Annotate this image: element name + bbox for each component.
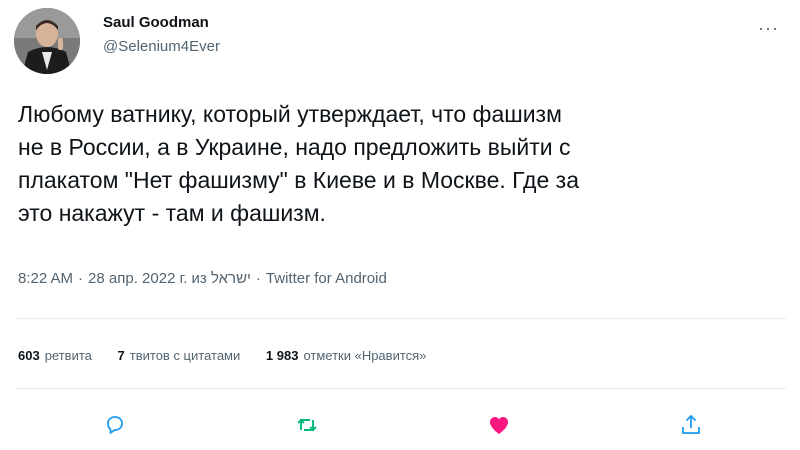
reply-button[interactable]: [98, 408, 132, 442]
more-icon[interactable]: ···: [758, 18, 779, 39]
quotes-label: твитов с цитатами: [129, 348, 241, 363]
tweet-text: Любому ватнику, который утверждает, что …: [18, 101, 579, 226]
retweet-button[interactable]: [290, 408, 324, 442]
divider: [16, 388, 786, 389]
display-name[interactable]: Saul Goodman: [103, 14, 209, 31]
reply-icon: [107, 416, 123, 434]
divider: [16, 318, 786, 319]
quotes-stat[interactable]: 7 твитов с цитатами: [118, 348, 241, 363]
likes-count: 1 983: [265, 348, 299, 363]
tweet-date[interactable]: 28 апр. 2022 г. из ישראל: [88, 270, 251, 287]
like-button[interactable]: [482, 408, 516, 442]
retweet-icon: [297, 418, 317, 432]
tweet-card: Saul Goodman @Selenium4Ever ··· Любому в…: [0, 0, 800, 450]
avatar[interactable]: [14, 8, 80, 74]
meta-separator: ·: [255, 270, 261, 287]
retweets-count: 603: [18, 348, 40, 363]
tweet-source[interactable]: Twitter for Android: [266, 270, 387, 287]
action-bar: [0, 408, 800, 442]
retweets-label: ретвита: [44, 348, 92, 363]
tweet-meta: 8:22 AM · 28 апр. 2022 г. из ישראל · Twitter…: [18, 270, 387, 287]
likes-stat[interactable]: 1 983 отметки «Нравится»: [266, 348, 427, 363]
tweet-time[interactable]: 8:22 AM: [18, 270, 73, 287]
user-handle[interactable]: @Selenium4Ever: [103, 38, 220, 55]
retweets-stat[interactable]: 603 ретвита: [18, 348, 92, 363]
engagement-stats: 603 ретвита 7 твитов с цитатами 1 983 отмет…: [18, 348, 448, 363]
meta-separator: ·: [78, 270, 84, 287]
heart-icon: [490, 417, 508, 434]
likes-label: отметки «Нравится»: [303, 348, 427, 363]
share-icon: [682, 414, 700, 434]
quotes-count: 7: [117, 348, 125, 363]
share-button[interactable]: [674, 408, 708, 442]
avatar-image: [14, 8, 80, 74]
